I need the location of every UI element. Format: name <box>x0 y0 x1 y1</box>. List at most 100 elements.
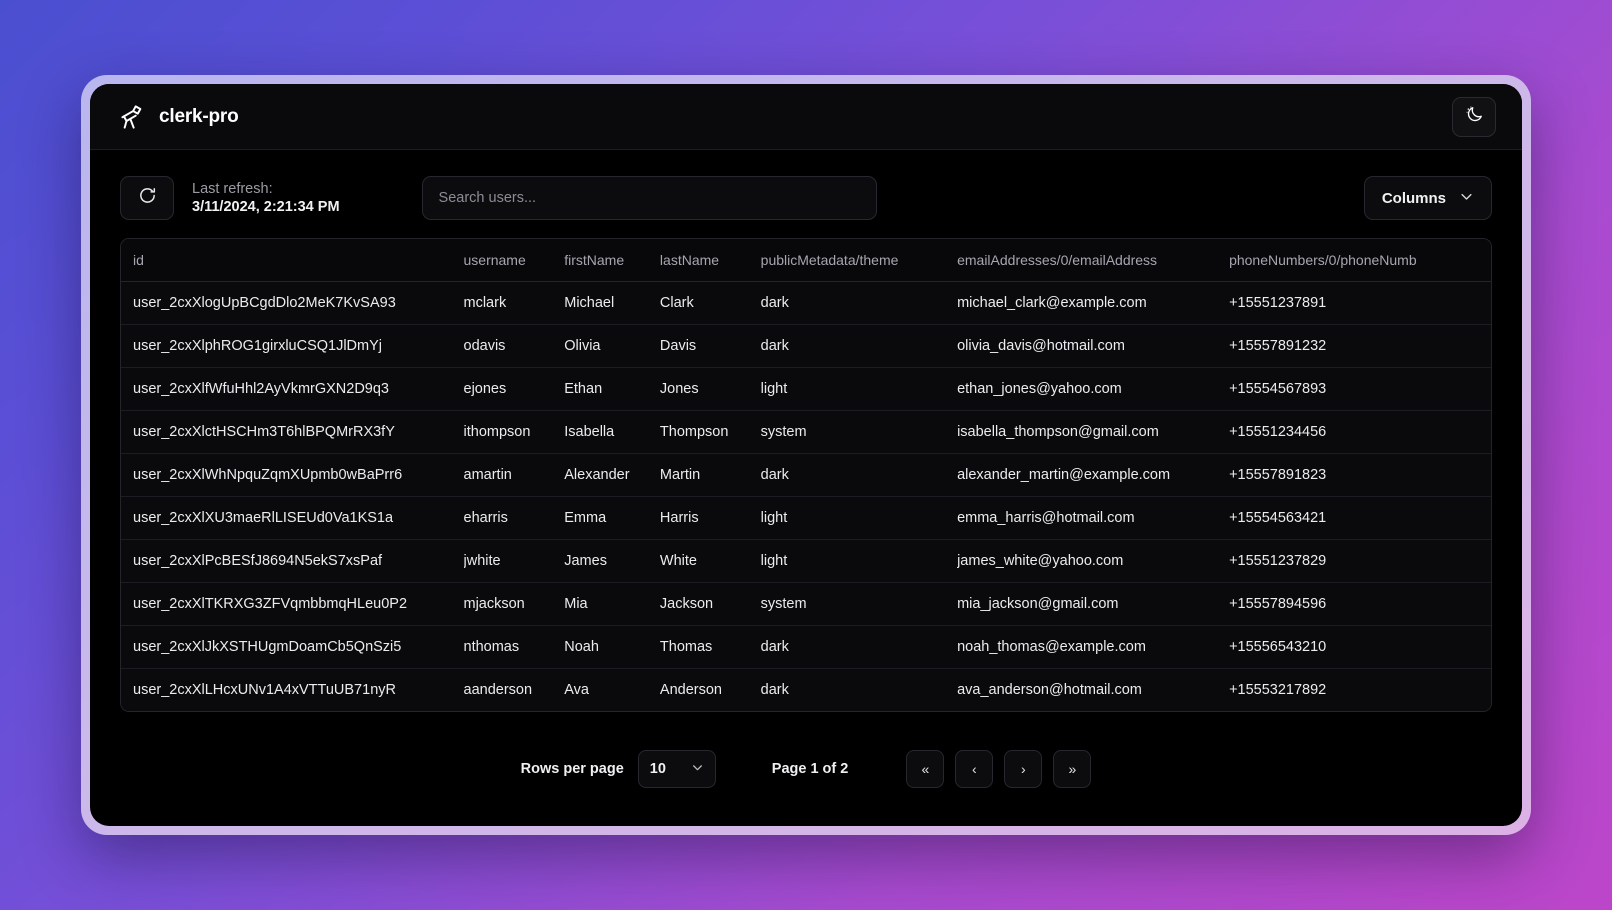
titlebar: clerk-pro <box>90 84 1522 150</box>
column-header-theme[interactable]: publicMetadata/theme <box>760 239 958 282</box>
cell-firstname: Isabella <box>564 410 660 454</box>
cell-firstname: Mia <box>564 582 660 626</box>
cell-id: user_2cxXlctHSCHm3T6hlBPQMrRX3fY <box>121 410 464 454</box>
cell-lastname: White <box>659 539 761 583</box>
table-row[interactable]: user_2cxXlWhNpquZqmXUpmb0wBaPrr6 amartin… <box>121 453 1491 497</box>
previous-page-button[interactable]: ‹ <box>955 750 994 788</box>
brand: clerk-pro <box>120 104 239 130</box>
cell-email: emma_harris@hotmail.com <box>957 496 1230 540</box>
chevron-down-icon <box>691 761 704 778</box>
table-row[interactable]: user_2cxXlctHSCHm3T6hlBPQMrRX3fY ithomps… <box>121 410 1491 454</box>
cell-lastname: Jones <box>659 367 761 411</box>
theme-toggle-button[interactable] <box>1452 96 1496 137</box>
cell-theme: light <box>760 367 958 411</box>
cell-firstname: James <box>564 539 660 583</box>
cell-email: alexander_martin@example.com <box>957 453 1230 497</box>
cell-id: user_2cxXlfWfuHhl2AyVkmrGXN2D9q3 <box>121 367 464 411</box>
window-frame: clerk-pro Last refresh: 3/11/2024, 2:21:… <box>81 75 1531 835</box>
cell-username: amartin <box>463 453 565 497</box>
cell-phone: +15554567893 <box>1229 367 1491 411</box>
cell-username: mclark <box>463 295 507 311</box>
rows-per-page-label: Rows per page <box>520 761 624 777</box>
cell-theme: light <box>760 539 958 583</box>
cell-email: ethan_jones@yahoo.com <box>957 367 1230 411</box>
cell-phone: +15554563421 <box>1229 496 1491 540</box>
cell-email: mia_jackson@gmail.com <box>957 582 1230 626</box>
rows-per-page-value: 10 <box>649 761 666 777</box>
cell-email: james_white@yahoo.com <box>957 539 1230 583</box>
users-table: id username firstName lastName publicMet… <box>121 239 1491 711</box>
cell-email: isabella_thompson@gmail.com <box>957 410 1230 454</box>
cell-username: ithompson <box>463 410 565 454</box>
cell-username: jwhite <box>463 539 565 583</box>
table-row[interactable]: user_2cxXlPcBESfJ8694N5ekS7xsPaf jwhite … <box>121 539 1491 583</box>
cell-id: user_2cxXlTKRXG3ZFVqmbbmqHLeu0P2 <box>121 582 464 626</box>
app-window: clerk-pro Last refresh: 3/11/2024, 2:21:… <box>90 84 1522 826</box>
cell-username: aanderson <box>463 668 565 711</box>
cell-firstname: Alexander <box>564 453 660 497</box>
cell-id: user_2cxXlLHcxUNv1A4xVTTuUB71nyR <box>121 668 464 711</box>
chevron-down-icon <box>1459 189 1474 208</box>
cell-username: mjackson <box>463 582 565 626</box>
cell-email: michael_clark@example.com <box>957 295 1147 311</box>
cell-phone: +15553217892 <box>1229 668 1491 711</box>
cell-email: noah_thomas@example.com <box>957 625 1230 669</box>
cell-lastname: Jackson <box>659 582 761 626</box>
last-page-button[interactable]: » <box>1053 750 1092 788</box>
cell-firstname: Olivia <box>564 324 660 368</box>
cell-firstname: Emma <box>564 496 660 540</box>
cell-theme: dark <box>760 324 958 368</box>
cell-theme: dark <box>760 453 958 497</box>
first-page-button[interactable]: « <box>906 750 945 788</box>
cell-phone: +15557894596 <box>1229 582 1491 626</box>
page-status: Page 1 of 2 <box>771 761 849 777</box>
cell-firstname: Michael <box>564 295 615 311</box>
last-refresh-meta: Last refresh: 3/11/2024, 2:21:34 PM <box>192 181 340 215</box>
telescope-icon <box>120 104 146 130</box>
table-row[interactable]: user_2cxXlTKRXG3ZFVqmbbmqHLeu0P2 mjackso… <box>121 582 1491 626</box>
cell-username: odavis <box>463 324 565 368</box>
columns-button-label: Columns <box>1381 189 1446 207</box>
cell-theme: dark <box>760 668 958 711</box>
table-row[interactable]: user_2cxXlphROG1girxluCSQ1JlDmYj odavis … <box>121 324 1491 368</box>
columns-button[interactable]: Columns <box>1363 176 1492 220</box>
table-row[interactable]: user_2cxXlogUpBCgdDlo2MeK7KvSA93 mclark … <box>121 281 1491 325</box>
table-row[interactable]: user_2cxXlLHcxUNv1A4xVTTuUB71nyR aanders… <box>121 668 1491 711</box>
cell-theme: light <box>760 496 958 540</box>
page-buttons: « ‹ › » <box>906 750 1092 788</box>
last-refresh-label: Last refresh: <box>192 181 273 197</box>
cell-phone: +15551234456 <box>1229 410 1491 454</box>
refresh-button[interactable] <box>120 176 174 220</box>
next-page-button[interactable]: › <box>1004 750 1043 788</box>
cell-firstname: Ethan <box>564 367 660 411</box>
column-header-id[interactable]: id <box>121 239 464 282</box>
moon-stars-icon <box>1465 105 1484 129</box>
cell-id: user_2cxXlWhNpquZqmXUpmb0wBaPrr6 <box>121 453 464 497</box>
rows-per-page-select[interactable]: 10 <box>637 750 716 788</box>
cell-id: user_2cxXlPcBESfJ8694N5ekS7xsPaf <box>121 539 464 583</box>
column-header-firstname[interactable]: firstName <box>564 239 660 282</box>
cell-firstname: Noah <box>564 625 660 669</box>
cell-lastname: Thomas <box>659 625 761 669</box>
cell-firstname: Ava <box>564 668 660 711</box>
column-header-phone[interactable]: phoneNumbers/0/phoneNumb <box>1229 239 1491 282</box>
cell-theme: system <box>760 410 958 454</box>
users-table-container: id username firstName lastName publicMet… <box>120 238 1492 712</box>
search-input[interactable] <box>421 176 877 220</box>
cell-id: user_2cxXlJkXSTHUgmDoamCb5QnSzi5 <box>121 625 464 669</box>
column-header-lastname[interactable]: lastName <box>659 239 761 282</box>
cell-lastname: Thompson <box>659 410 761 454</box>
table-row[interactable]: user_2cxXlJkXSTHUgmDoamCb5QnSzi5 nthomas… <box>121 625 1491 669</box>
cell-lastname: Davis <box>659 324 761 368</box>
cell-theme: dark <box>760 295 789 311</box>
cell-id: user_2cxXlXU3maeRlLISEUd0Va1KS1a <box>121 496 464 540</box>
cell-email: ava_anderson@hotmail.com <box>957 668 1230 711</box>
table-head: id username firstName lastName publicMet… <box>121 239 1491 282</box>
toolbar: Last refresh: 3/11/2024, 2:21:34 PM Colu… <box>90 150 1522 238</box>
table-row[interactable]: user_2cxXlfWfuHhl2AyVkmrGXN2D9q3 ejones … <box>121 367 1491 411</box>
table-row[interactable]: user_2cxXlXU3maeRlLISEUd0Va1KS1a eharris… <box>121 496 1491 540</box>
column-header-username[interactable]: username <box>463 239 565 282</box>
search-wrapper <box>421 176 877 220</box>
cell-phone: +15557891823 <box>1229 453 1491 497</box>
column-header-email[interactable]: emailAddresses/0/emailAddress <box>957 239 1230 282</box>
